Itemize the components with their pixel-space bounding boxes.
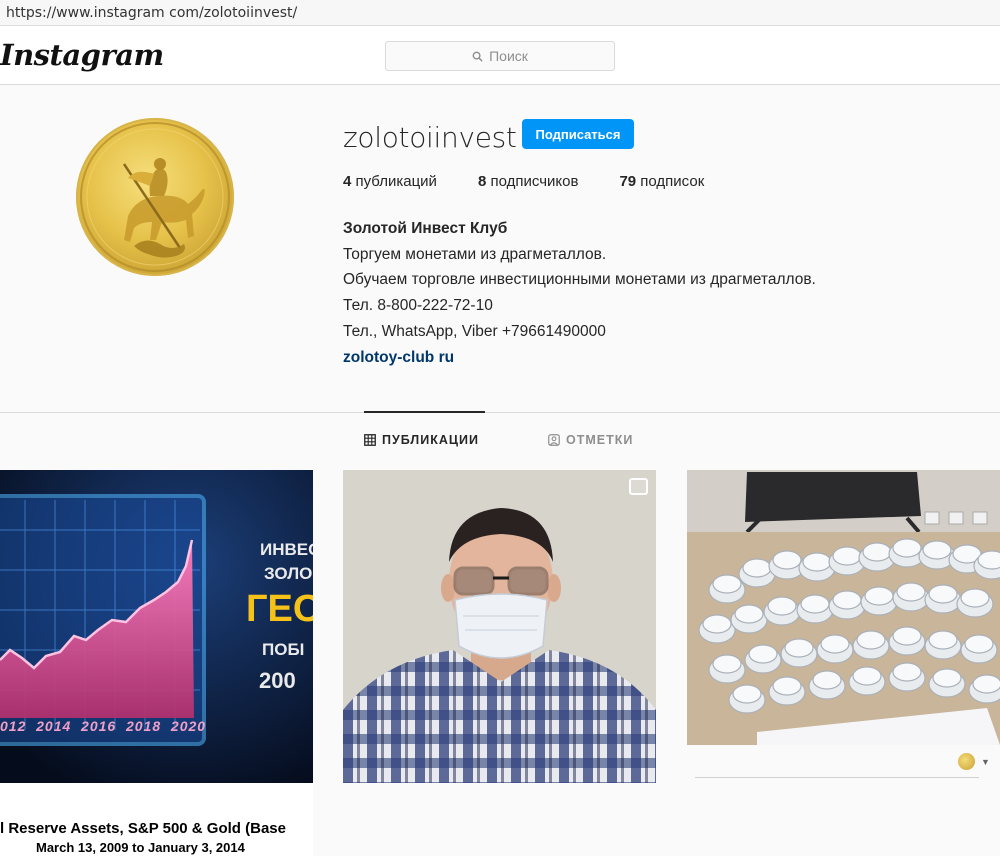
coin-capsule-top: [767, 596, 797, 616]
post-thumbnail-coins[interactable]: [687, 470, 1000, 783]
coin-capsule-top: [892, 662, 922, 682]
stat-posts: 4 публикаций: [343, 173, 437, 190]
coin-capsule-top: [977, 550, 1000, 570]
coin-capsule-top: [748, 644, 778, 664]
tabs-divider: [0, 412, 1000, 413]
browser-address-bar[interactable]: https://www.instagram com/zolotoiinvest/: [0, 0, 1000, 26]
coin-capsule-top: [712, 654, 742, 674]
coin-capsule-top: [832, 546, 862, 566]
coin-capsule-top: [964, 634, 994, 654]
bio-website-link[interactable]: zolotoy-club ru: [343, 345, 816, 371]
coins-image: [687, 470, 1000, 783]
post-caption-line1: l Reserve Assets, S&P 500 & Gold (Base: [0, 820, 286, 837]
chevron-down-icon[interactable]: ▼: [981, 757, 990, 767]
magnifier-icon: [472, 51, 483, 62]
bio-line: Тел., WhatsApp, Viber +79661490000: [343, 322, 606, 340]
chart-overlay-text: 200: [259, 668, 296, 693]
grid-icon: [364, 434, 376, 446]
active-tab-indicator: [364, 411, 485, 413]
chart-axis-years: 012 2014 2016 2018 2020: [0, 718, 207, 734]
coin-capsule-top: [932, 668, 962, 688]
search-placeholder: Поиск: [489, 48, 528, 64]
coin-capsule-top: [784, 638, 814, 658]
stat-following-count[interactable]: 79: [619, 173, 636, 190]
coin-capsule-top: [712, 574, 742, 594]
coin-capsule-top: [928, 584, 958, 604]
coin-capsule-top: [742, 558, 772, 578]
coin-avatar-icon[interactable]: [958, 753, 975, 770]
tab-publications[interactable]: ПУБЛИКАЦИИ: [364, 433, 479, 447]
stat-followers-label[interactable]: подписчиков: [490, 173, 578, 190]
coin-capsule-top: [960, 588, 990, 608]
coin-capsule-top: [862, 542, 892, 562]
tagged-person-icon: [548, 434, 560, 446]
coin-capsule-top: [734, 604, 764, 624]
post-thumbnail-chart[interactable]: ИНВЕС ЗОЛО ГЕО ПОБІ 200: [0, 470, 313, 783]
tab-publications-label[interactable]: ПУБЛИКАЦИИ: [382, 433, 479, 447]
stat-following[interactable]: 79 подписок: [619, 173, 704, 190]
coin-capsule-top: [928, 630, 958, 650]
coin-capsule-top: [892, 538, 922, 558]
multiple-photos-icon: [629, 478, 648, 495]
coin-capsule-top: [892, 626, 922, 646]
coin-capsule-top: [812, 670, 842, 690]
bio-line: Тел. 8-800-222-72-10: [343, 297, 493, 315]
instagram-logo[interactable]: Instagram: [0, 38, 164, 72]
coin-capsule-top: [972, 674, 1000, 694]
coin-capsule-top: [852, 666, 882, 686]
bio-line: Обучаем торговле инвестиционными монетам…: [343, 271, 816, 289]
coin-capsule-top: [732, 684, 762, 704]
post-caption-line2: March 13, 2009 to January 3, 2014: [36, 840, 245, 855]
stat-followers[interactable]: 8 подписчиков: [478, 173, 578, 190]
chart-overlay-text: ИНВЕС: [260, 540, 313, 559]
coin-capsule-top: [820, 634, 850, 654]
top-navigation: Instagram Поиск: [0, 26, 1000, 85]
url-text[interactable]: https://www.instagram com/zolotoiinvest/: [6, 5, 297, 21]
follow-button[interactable]: Подписаться: [522, 119, 634, 149]
bio-name: Золотой Инвест Клуб: [343, 220, 508, 237]
coin-capsule-top: [864, 586, 894, 606]
selfie-image: [343, 470, 656, 783]
coin-capsule-top: [832, 590, 862, 610]
profile-bio: Золотой Инвест Клуб Торгуем монетами из …: [343, 216, 816, 370]
stat-posts-count: 4: [343, 173, 352, 190]
coin-capsule-top: [772, 676, 802, 696]
gold-coin-st-george-icon: [80, 122, 230, 272]
coin-capsule-top: [856, 630, 886, 650]
tab-tagged[interactable]: ОТМЕТКИ: [548, 433, 633, 447]
chart-overlay-text: ГЕО: [246, 588, 313, 630]
coin-capsule-top: [896, 582, 926, 602]
post-footer-bar: ▼: [687, 745, 1000, 783]
stat-following-label[interactable]: подписок: [640, 173, 704, 190]
post-thumbnail-selfie[interactable]: [343, 470, 656, 783]
coin-capsule-top: [702, 614, 732, 634]
stat-posts-label: публикаций: [355, 173, 437, 190]
stat-followers-count[interactable]: 8: [478, 173, 486, 190]
coin-capsule-top: [800, 594, 830, 614]
search-input[interactable]: Поиск: [385, 41, 615, 71]
profile-avatar[interactable]: [76, 118, 234, 276]
profile-stats: 4 публикаций 8 подписчиков 79 подписок: [343, 173, 745, 190]
bio-line: Торгуем монетами из драгметаллов.: [343, 245, 607, 263]
chart-overlay-text: ПОБІ: [262, 640, 305, 659]
tab-tagged-label[interactable]: ОТМЕТКИ: [566, 433, 633, 447]
coin-capsule-top: [772, 550, 802, 570]
coin-capsule-top: [922, 540, 952, 560]
chart-overlay-text: ЗОЛО: [264, 564, 313, 583]
profile-username: zolotoiinvest: [343, 121, 517, 154]
footer-divider: [695, 777, 979, 778]
coin-capsule-top: [802, 552, 832, 572]
